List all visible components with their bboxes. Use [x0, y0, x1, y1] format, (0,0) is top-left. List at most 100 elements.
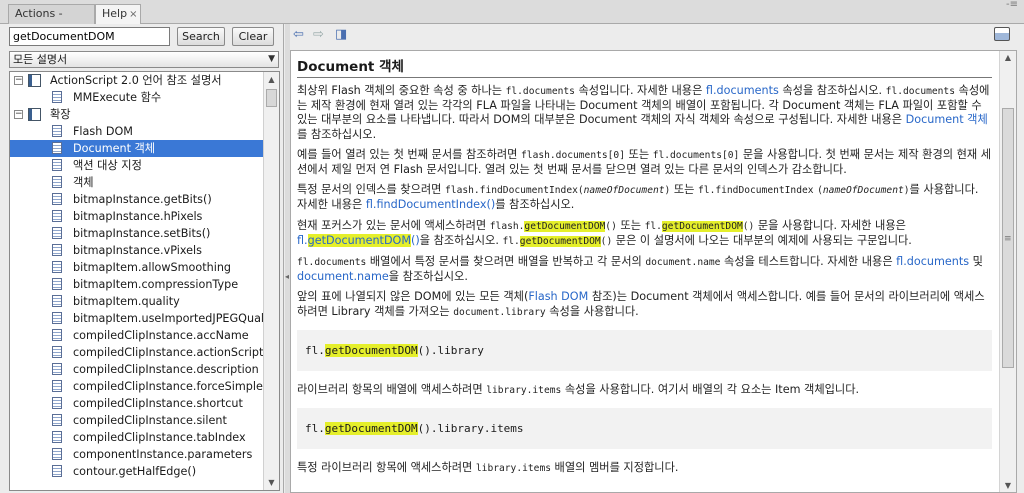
- page-icon: [52, 261, 62, 273]
- back-arrow-icon[interactable]: ⇦: [293, 28, 304, 42]
- scroll-down-icon[interactable]: ▼: [1000, 481, 1016, 490]
- toc-item-label: bitmapItem.quality: [73, 295, 180, 308]
- toc-item[interactable]: bitmapInstance.vPixels: [10, 242, 264, 259]
- clear-button[interactable]: Clear: [232, 27, 274, 46]
- link-document-object[interactable]: Document 객체: [906, 113, 988, 126]
- search-highlight: getDocumentDOM: [324, 422, 418, 436]
- toc-item[interactable]: 객체: [10, 174, 264, 191]
- toc-item[interactable]: compiledClipInstance.description: [10, 361, 264, 378]
- chevron-down-icon: ▼: [268, 54, 275, 64]
- toc-item[interactable]: compiledClipInstance.tabIndex: [10, 429, 264, 446]
- toc-item[interactable]: 액션 대상 지정: [10, 157, 264, 174]
- toc-item-label: compiledClipInstance.tabIndex: [73, 431, 246, 444]
- page-icon: [52, 397, 62, 409]
- page-icon: [52, 448, 62, 460]
- toc-item[interactable]: compiledClipInstance.forceSimple: [10, 378, 264, 395]
- book-icon: [28, 74, 41, 87]
- search-input[interactable]: [9, 27, 170, 46]
- toc-item[interactable]: bitmapItem.useImportedJPEGQuali...: [10, 310, 278, 327]
- toc-item[interactable]: compiledClipInstance.accName: [10, 327, 264, 344]
- toc-item-label: bitmapItem.compressionType: [73, 278, 239, 291]
- search-button[interactable]: Search: [177, 27, 225, 46]
- toc-item-label: 객체: [73, 176, 94, 189]
- toc-item[interactable]: bitmapItem.compressionType: [10, 276, 264, 293]
- page-icon: [52, 142, 62, 154]
- forward-arrow-icon[interactable]: ⇨: [313, 28, 324, 42]
- toc-item[interactable]: bitmapInstance.hPixels: [10, 208, 264, 225]
- toc-item-label: compiledClipInstance.shortcut: [73, 397, 243, 410]
- paragraph-2: 예를 들어 열려 있는 첫 번째 문서를 참조하려면 flash.documen…: [297, 147, 992, 177]
- toc-item[interactable]: bitmapInstance.getBits(): [10, 191, 264, 208]
- link-document-name[interactable]: document.name: [297, 270, 389, 283]
- toc-item[interactable]: contour.getHalfEdge(): [10, 463, 264, 480]
- page-icon: [52, 91, 62, 103]
- page-icon: [52, 295, 62, 307]
- tab-help[interactable]: Help ×: [95, 4, 141, 25]
- toc-item-label: Flash DOM: [73, 125, 133, 138]
- splitter-grip-icon[interactable]: ◂: [285, 272, 289, 281]
- page-icon: [52, 312, 62, 324]
- panel-menu-icon[interactable]: -≡: [1006, 0, 1018, 10]
- toc-book-icon[interactable]: ◨: [335, 28, 347, 42]
- toc-item-label: Document 객체: [73, 142, 156, 155]
- toc-tree[interactable]: − ActionScript 2.0 언어 참조 설명서 MMExecute 함수 −…: [9, 71, 280, 491]
- page-icon: [52, 380, 62, 392]
- paragraph-6: 앞의 표에 나열되지 않은 DOM에 있는 모든 객체(Flash DOM 참조…: [297, 290, 985, 318]
- toc-item[interactable]: − ActionScript 2.0 언어 참조 설명서: [10, 72, 264, 89]
- toc-item[interactable]: Document 객체: [10, 140, 264, 157]
- toc-item[interactable]: MMExecute 함수: [10, 89, 264, 106]
- help-nav-toolbar: ⇦ ⇨ ◨: [290, 24, 1024, 46]
- toc-tree-list: − ActionScript 2.0 언어 참조 설명서 MMExecute 함수 −…: [10, 72, 278, 480]
- toc-item[interactable]: compiledClipInstance.actionScript: [10, 344, 264, 361]
- page-icon: [52, 159, 62, 171]
- link-find-document-index[interactable]: fl.findDocumentIndex(): [366, 198, 495, 211]
- toc-item-label: MMExecute 함수: [73, 91, 162, 104]
- search-highlight: getDocumentDOM: [519, 235, 601, 247]
- article-scrollbar[interactable]: ▲ ≡ ▼: [999, 51, 1016, 492]
- page-icon: [52, 329, 62, 341]
- page-icon: [52, 210, 62, 222]
- toc-item[interactable]: compiledClipInstance.silent: [10, 412, 264, 429]
- page-icon: [52, 346, 62, 358]
- page-icon: [52, 278, 62, 290]
- toc-scrollbar[interactable]: ▲ ▼: [263, 72, 279, 490]
- paragraph-3: 특정 문서의 인덱스를 찾으려면 flash.findDocumentIndex…: [297, 183, 979, 212]
- toc-item[interactable]: bitmapItem.allowSmoothing: [10, 259, 264, 276]
- toc-item-label: compiledClipInstance.accName: [73, 329, 249, 342]
- toc-item[interactable]: bitmapInstance.setBits(): [10, 225, 264, 242]
- scroll-thumb[interactable]: [266, 89, 277, 107]
- toc-item[interactable]: compiledClipInstance.shortcut: [10, 395, 264, 412]
- page-icon: [52, 125, 62, 137]
- close-icon[interactable]: ×: [129, 9, 137, 20]
- search-highlight: getDocumentDOM: [324, 343, 418, 357]
- toc-item[interactable]: − 확장: [10, 106, 264, 123]
- page-icon: [52, 363, 62, 375]
- tab-strip: Actions - Frame Help× -≡: [0, 0, 1024, 38]
- toc-item-label: bitmapInstance.setBits(): [73, 227, 211, 240]
- toc-item[interactable]: componentInstance.parameters: [10, 446, 264, 463]
- search-highlight: getDocumentDOM: [661, 220, 743, 232]
- link-get-document-dom[interactable]: fl.getDocumentDOM(): [297, 233, 420, 247]
- paragraph-4: 현재 포커스가 있는 문서에 액세스하려면 flash.getDocumentD…: [297, 218, 912, 247]
- page-icon: [52, 227, 62, 239]
- collapse-icon[interactable]: −: [14, 110, 23, 119]
- toc-item[interactable]: bitmapItem.quality: [10, 293, 264, 310]
- scroll-up-icon[interactable]: ▲: [1000, 53, 1016, 62]
- toc-item[interactable]: Flash DOM: [10, 123, 264, 140]
- toc-item-label: compiledClipInstance.silent: [73, 414, 227, 427]
- help-article-view: Document 객체 최상위 Flash 객체의 중요한 속성 중 하나는 f…: [290, 50, 1017, 493]
- scroll-grip-icon: ≡: [1004, 234, 1012, 244]
- scroll-down-icon[interactable]: ▼: [264, 475, 279, 490]
- category-select[interactable]: 모든 설명서 ▼: [9, 51, 279, 68]
- toc-item-label: compiledClipInstance.description: [73, 363, 259, 376]
- print-icon[interactable]: [994, 27, 1010, 41]
- collapse-icon[interactable]: −: [14, 76, 23, 85]
- toc-item-label: compiledClipInstance.actionScript: [73, 346, 264, 359]
- link-flash-dom[interactable]: Flash DOM: [528, 290, 588, 303]
- scroll-up-icon[interactable]: ▲: [264, 72, 279, 87]
- category-select-value: 모든 설명서: [13, 53, 68, 66]
- tab-actions-frame[interactable]: Actions - Frame: [8, 4, 95, 38]
- link-fl-documents-2[interactable]: fl.documents: [896, 255, 969, 268]
- page-icon: [52, 414, 62, 426]
- link-fl-documents[interactable]: fl.documents: [706, 84, 779, 97]
